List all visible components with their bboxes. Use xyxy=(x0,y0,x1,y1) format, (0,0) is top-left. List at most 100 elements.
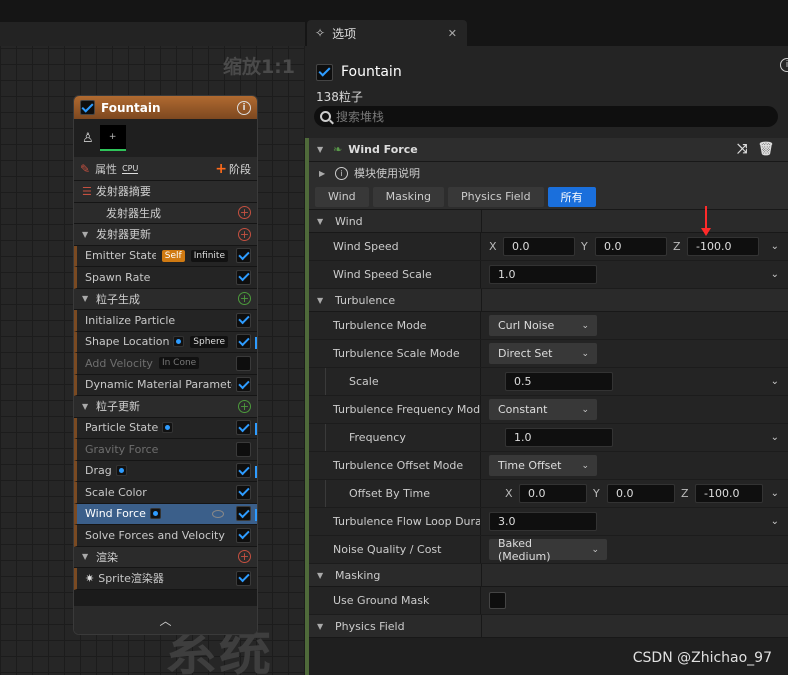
collapse-arrow-icon[interactable]: ▼ xyxy=(82,294,92,303)
dropdown-value: Direct Set xyxy=(498,347,553,360)
module-item[interactable]: Gravity Force xyxy=(74,439,257,461)
add-module-icon[interactable]: + xyxy=(238,292,251,306)
module-enable-checkbox[interactable] xyxy=(236,269,251,285)
module-item[interactable]: Emitter State Self Infinite xyxy=(74,245,257,267)
module-item[interactable]: Shape Location Sphere xyxy=(74,331,257,353)
category-wind[interactable]: ▼ Wind xyxy=(309,210,788,233)
module-item[interactable]: Initialize Particle xyxy=(74,310,257,332)
collapse-arrow-icon[interactable]: ▼ xyxy=(317,571,327,580)
stack-section[interactable]: 发射器生成 + xyxy=(74,202,257,224)
stack-section[interactable]: ▼ 渲染 + xyxy=(74,546,257,568)
filter-button[interactable]: Wind xyxy=(315,186,369,207)
info-icon[interactable]: i xyxy=(780,58,788,72)
wind-speed-y-input[interactable]: 0.0 xyxy=(595,237,667,256)
turbulence-scale-mode-dropdown[interactable]: Direct Set ⌄ xyxy=(489,343,597,364)
tab-selection[interactable]: ✧ 选项 ✕ xyxy=(307,20,467,46)
module-enable-checkbox[interactable] xyxy=(236,527,251,543)
add-module-icon[interactable]: + xyxy=(238,550,251,564)
offset-x-input[interactable]: 0.0 xyxy=(519,484,587,503)
add-module-icon[interactable]: + xyxy=(238,399,251,413)
category-label: Turbulence xyxy=(335,293,396,307)
collapse-arrow-icon[interactable]: ▼ xyxy=(317,622,327,631)
wind-speed-scale-input[interactable]: 1.0 xyxy=(489,265,597,284)
module-header[interactable]: ▼ ❧ Wind Force ⤨ 🗑 xyxy=(309,138,788,162)
collapse-arrow-icon[interactable]: ▼ xyxy=(82,552,92,561)
scale-input[interactable]: 0.5 xyxy=(505,372,613,391)
module-enable-checkbox[interactable] xyxy=(236,248,251,264)
stack-section[interactable]: ▼ 粒子生成 + xyxy=(74,288,257,310)
module-enable-checkbox[interactable] xyxy=(236,463,251,479)
module-enable-checkbox[interactable] xyxy=(236,420,251,436)
module-enable-checkbox[interactable] xyxy=(236,506,251,522)
module-item[interactable]: Scale Color xyxy=(74,482,257,504)
module-enable-checkbox[interactable] xyxy=(236,441,251,457)
module-item[interactable]: Particle State xyxy=(74,417,257,439)
niagara-graph[interactable]: 缩放1:1 系统 Fountain i ♙ + ✎ 属性 CPU + 阶段 ☰ 发… xyxy=(0,0,305,675)
module-item[interactable]: Spawn Rate xyxy=(74,267,257,289)
module-item[interactable]: Add Velocity In Cone xyxy=(74,353,257,375)
dropdown-value: Curl Noise xyxy=(498,319,555,332)
emitter-enabled-checkbox[interactable] xyxy=(316,63,333,81)
module-enable-checkbox[interactable] xyxy=(236,312,251,328)
collapse-arrow-icon[interactable]: ▼ xyxy=(317,296,327,305)
panel-tab-strip: ✧ 选项 ✕ xyxy=(305,0,788,46)
chevron-down-icon[interactable]: ⌄ xyxy=(771,516,779,527)
stack-section[interactable]: ▼ 发射器更新 + xyxy=(74,224,257,246)
module-item[interactable]: Dynamic Material Parameters xyxy=(74,374,257,396)
close-icon[interactable]: ✕ xyxy=(448,27,457,40)
emitter-thumbnail[interactable]: + xyxy=(99,125,126,151)
chevron-down-icon[interactable]: ⌄ xyxy=(771,432,779,443)
chevron-down-icon[interactable]: ⌄ xyxy=(771,488,779,499)
emitter-node[interactable]: Fountain i ♙ + ✎ 属性 CPU + 阶段 ☰ 发射器摘要 发射器生成… xyxy=(73,95,258,635)
category-turbulence[interactable]: ▼ Turbulence xyxy=(309,289,788,312)
axis-z-label: Z xyxy=(681,487,689,500)
turbulence-offset-mode-dropdown[interactable]: Time Offset ⌄ xyxy=(489,455,597,476)
add-module-icon[interactable]: + xyxy=(238,227,251,241)
frequency-input[interactable]: 1.0 xyxy=(505,428,613,447)
turbulence-frequency-mode-dropdown[interactable]: Constant ⌄ xyxy=(489,399,597,420)
offset-z-input[interactable]: -100.0 xyxy=(695,484,763,503)
collapse-arrow-icon[interactable]: ▼ xyxy=(82,230,92,239)
module-enable-checkbox[interactable] xyxy=(236,355,251,371)
eye-icon[interactable] xyxy=(212,509,224,518)
category-physics-field[interactable]: ▼ Physics Field xyxy=(309,615,788,638)
collapse-arrow-icon[interactable]: ▼ xyxy=(317,217,327,226)
wind-speed-x-input[interactable]: 0.0 xyxy=(503,237,575,256)
filter-button[interactable]: Physics Field xyxy=(448,186,544,207)
module-item[interactable]: Solve Forces and Velocity xyxy=(74,525,257,547)
emitter-node-header[interactable]: Fountain i xyxy=(74,96,257,119)
filter-button[interactable]: 所有 xyxy=(547,186,596,207)
module-item[interactable]: ✷ Sprite渲染器 xyxy=(74,568,257,590)
chevron-down-icon[interactable]: ⌄ xyxy=(771,241,779,252)
wind-speed-z-input[interactable]: -100.0 xyxy=(687,237,759,256)
emitter-enable-checkbox[interactable] xyxy=(80,100,95,115)
filter-button[interactable]: Masking xyxy=(372,186,444,207)
trash-icon[interactable]: 🗑 xyxy=(757,142,774,157)
module-item[interactable]: Drag xyxy=(74,460,257,482)
module-enable-checkbox[interactable] xyxy=(236,334,251,350)
module-usage-row[interactable]: ▶ i 模块使用说明 xyxy=(309,162,788,184)
noise-quality-dropdown[interactable]: Baked (Medium) ⌄ xyxy=(489,537,607,563)
shuffle-icon[interactable]: ⤨ xyxy=(737,142,747,157)
category-masking[interactable]: ▼ Masking xyxy=(309,564,788,587)
turbulence-mode-dropdown[interactable]: Curl Noise ⌄ xyxy=(489,315,597,336)
info-icon[interactable]: i xyxy=(237,100,251,115)
chevron-down-icon[interactable]: ⌄ xyxy=(771,269,779,280)
expand-arrow-icon[interactable]: ▶ xyxy=(319,169,329,178)
flow-loop-input[interactable]: 3.0 xyxy=(489,512,597,531)
chevron-down-icon[interactable]: ⌄ xyxy=(771,376,779,387)
collapse-arrow-icon[interactable]: ▼ xyxy=(317,145,327,154)
module-enable-checkbox[interactable] xyxy=(236,570,251,586)
add-module-icon[interactable]: + xyxy=(238,206,251,220)
add-stage-button[interactable]: + 阶段 xyxy=(215,161,251,177)
search-input[interactable]: 搜索堆栈 xyxy=(314,106,778,127)
module-enable-checkbox[interactable] xyxy=(236,377,251,393)
offset-y-input[interactable]: 0.0 xyxy=(607,484,675,503)
module-enable-checkbox[interactable] xyxy=(236,484,251,500)
collapse-arrow-icon[interactable]: ▼ xyxy=(82,402,92,411)
collapse-node-button[interactable]: ︿ xyxy=(74,606,257,634)
module-item[interactable]: Wind Force xyxy=(74,503,257,525)
use-ground-mask-checkbox[interactable] xyxy=(489,592,506,609)
stack-section[interactable]: ▼ 粒子更新 + xyxy=(74,396,257,418)
emitter-summary-row[interactable]: ☰ 发射器摘要 xyxy=(74,181,257,203)
